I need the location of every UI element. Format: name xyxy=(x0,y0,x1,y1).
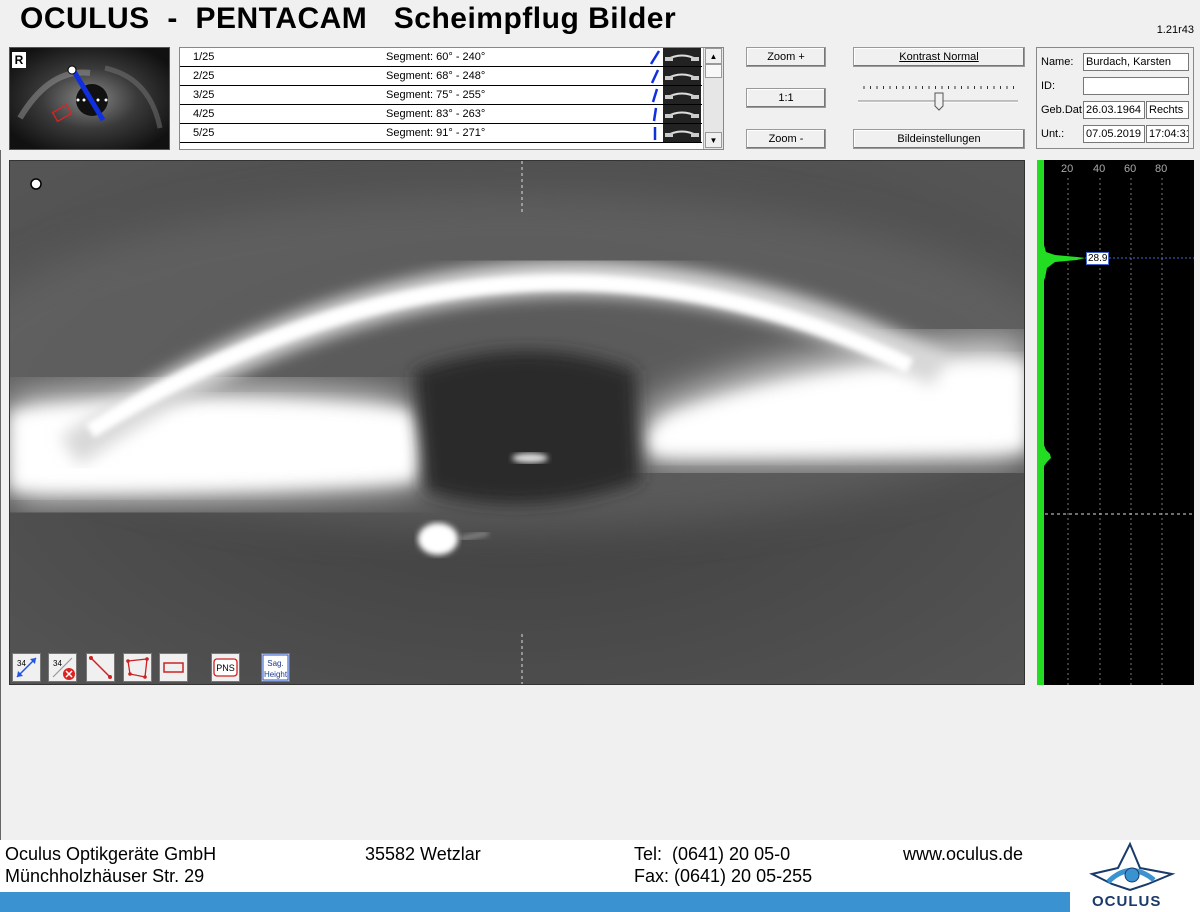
delete-measure-tool[interactable]: 34 xyxy=(48,653,77,682)
segment-axis-icon xyxy=(650,69,660,84)
image-segment: Segment: 68° - 248° xyxy=(386,70,486,82)
scan-preview-thumbnail xyxy=(663,124,701,142)
segment-axis-icon xyxy=(652,107,658,122)
image-list-row[interactable]: 2/25 Segment: 68° - 248° xyxy=(180,67,702,86)
eye-overview-graphic xyxy=(10,48,169,149)
polygon-tool[interactable] xyxy=(123,653,152,682)
image-settings-button[interactable]: Bildeinstellungen xyxy=(853,129,1025,149)
version-label: 1.21r43 xyxy=(1156,24,1194,36)
scan-preview-thumbnail xyxy=(663,86,701,104)
sag-tool-label-1: Sag. xyxy=(267,659,283,668)
scan-preview-thumbnail xyxy=(663,105,701,123)
image-list-row[interactable]: 1/25 Segment: 60° - 240° xyxy=(180,48,702,67)
oculus-logo-text: OCULUS xyxy=(1092,893,1162,910)
footer-website: www.oculus.de xyxy=(903,844,1024,864)
footer-street: Münchholzhäuser Str. 29 xyxy=(5,866,205,886)
id-field[interactable] xyxy=(1083,77,1189,95)
segment-axis-icon xyxy=(653,127,657,140)
histogram-marker-value: 28.9 xyxy=(1086,252,1110,265)
image-list-row[interactable]: 4/25 Segment: 83° - 263° xyxy=(180,105,702,124)
zoom-reset-button[interactable]: 1:1 xyxy=(746,88,826,108)
zoom-in-button[interactable]: Zoom + xyxy=(746,47,826,67)
id-label: ID: xyxy=(1041,80,1056,92)
image-list-scrollbar[interactable]: ▲ ▼ xyxy=(703,48,723,149)
zoom-out-button[interactable]: Zoom - xyxy=(746,129,826,149)
sag-tool-label-2: Height xyxy=(264,670,288,679)
oculus-logo-icon xyxy=(1089,841,1176,892)
name-label: Name: xyxy=(1041,56,1074,68)
footer-city: 35582 Wetzlar xyxy=(365,844,481,864)
exam-time-field[interactable]: 17:04:31 xyxy=(1146,125,1189,143)
line-tool[interactable] xyxy=(86,653,115,682)
footer-company: Oculus Optikgeräte GmbH xyxy=(5,844,217,864)
histogram-graphic xyxy=(1037,160,1194,685)
segment-axis-icon xyxy=(651,88,659,103)
slider-handle[interactable] xyxy=(934,92,944,111)
scroll-thumb[interactable] xyxy=(705,64,722,78)
scheimpflug-image-graphic xyxy=(10,161,1024,684)
distance-icon: 34 xyxy=(16,657,37,678)
dob-label: Geb.Dat. xyxy=(1041,104,1086,116)
window-title: OCULUS - PENTACAM Scheimpflug Bilder xyxy=(20,2,677,35)
pns-tool[interactable]: PNS xyxy=(211,653,240,682)
rectangle-tool[interactable] xyxy=(159,653,188,682)
window-edge xyxy=(0,150,1,840)
image-number: 4/25 xyxy=(193,108,215,120)
exam-label: Unt.: xyxy=(1041,128,1065,140)
image-number: 3/25 xyxy=(193,89,215,101)
image-number: 2/25 xyxy=(193,70,215,82)
eye-field[interactable]: Rechts xyxy=(1146,101,1189,119)
image-list-row[interactable]: 3/25 Segment: 75° - 255° xyxy=(180,86,702,105)
delete-measure-icon: 34 xyxy=(52,657,75,680)
eye-side-badge: R xyxy=(12,52,26,68)
image-list-row[interactable]: 5/25 Segment: 91° - 271° xyxy=(180,124,702,143)
dob-field[interactable]: 26.03.1964 xyxy=(1083,101,1145,119)
sagittal-height-tool[interactable]: Sag. Height xyxy=(261,653,290,682)
contrast-normal-button[interactable]: Kontrast Normal xyxy=(853,47,1025,67)
image-segment: Segment: 60° - 240° xyxy=(386,51,486,63)
distance-measure-tool[interactable]: 34 xyxy=(12,653,41,682)
slider-ticks xyxy=(863,86,1014,89)
image-segment: Segment: 91° - 271° xyxy=(386,127,486,139)
scheimpflug-image[interactable] xyxy=(9,160,1025,685)
distance-tool-label: 34 xyxy=(17,659,26,668)
footer-accent-bar xyxy=(0,892,1070,912)
footer-fax: Fax: (0641) 20 05-255 xyxy=(634,866,813,886)
scroll-up-button[interactable]: ▲ xyxy=(705,48,722,64)
exam-date-field[interactable]: 07.05.2019 xyxy=(1083,125,1145,143)
contrast-slider[interactable] xyxy=(858,82,1018,112)
image-segment: Segment: 75° - 255° xyxy=(386,89,486,101)
scan-preview-thumbnail xyxy=(663,48,701,66)
image-number: 1/25 xyxy=(193,51,215,63)
image-number: 5/25 xyxy=(193,127,215,139)
polygon-icon xyxy=(126,657,149,679)
density-histogram[interactable]: 20 40 60 80 28.9 xyxy=(1037,160,1194,685)
image-segment: Segment: 83° - 263° xyxy=(386,108,486,120)
scan-preview-thumbnail xyxy=(663,67,701,85)
segment-axis-icon xyxy=(649,50,661,65)
footer-tel: Tel: (0641) 20 05-0 xyxy=(634,844,791,864)
image-list[interactable]: 1/25 Segment: 60° - 240° 2/25 Segment: 6… xyxy=(179,47,724,150)
rectangle-icon xyxy=(163,662,184,673)
delete-tool-label: 34 xyxy=(53,659,62,668)
eye-overview-thumbnail[interactable]: R xyxy=(9,47,170,150)
pns-tool-label: PNS xyxy=(216,663,235,673)
name-field[interactable]: Burdach, Karsten xyxy=(1083,53,1189,71)
line-icon xyxy=(89,656,112,679)
sagittal-height-icon: Sag. Height xyxy=(262,654,289,681)
pns-icon: PNS xyxy=(213,658,238,677)
scroll-down-button[interactable]: ▼ xyxy=(705,132,722,148)
patient-info-panel: Name: Burdach, Karsten ID: Geb.Dat. 26.0… xyxy=(1036,47,1194,149)
